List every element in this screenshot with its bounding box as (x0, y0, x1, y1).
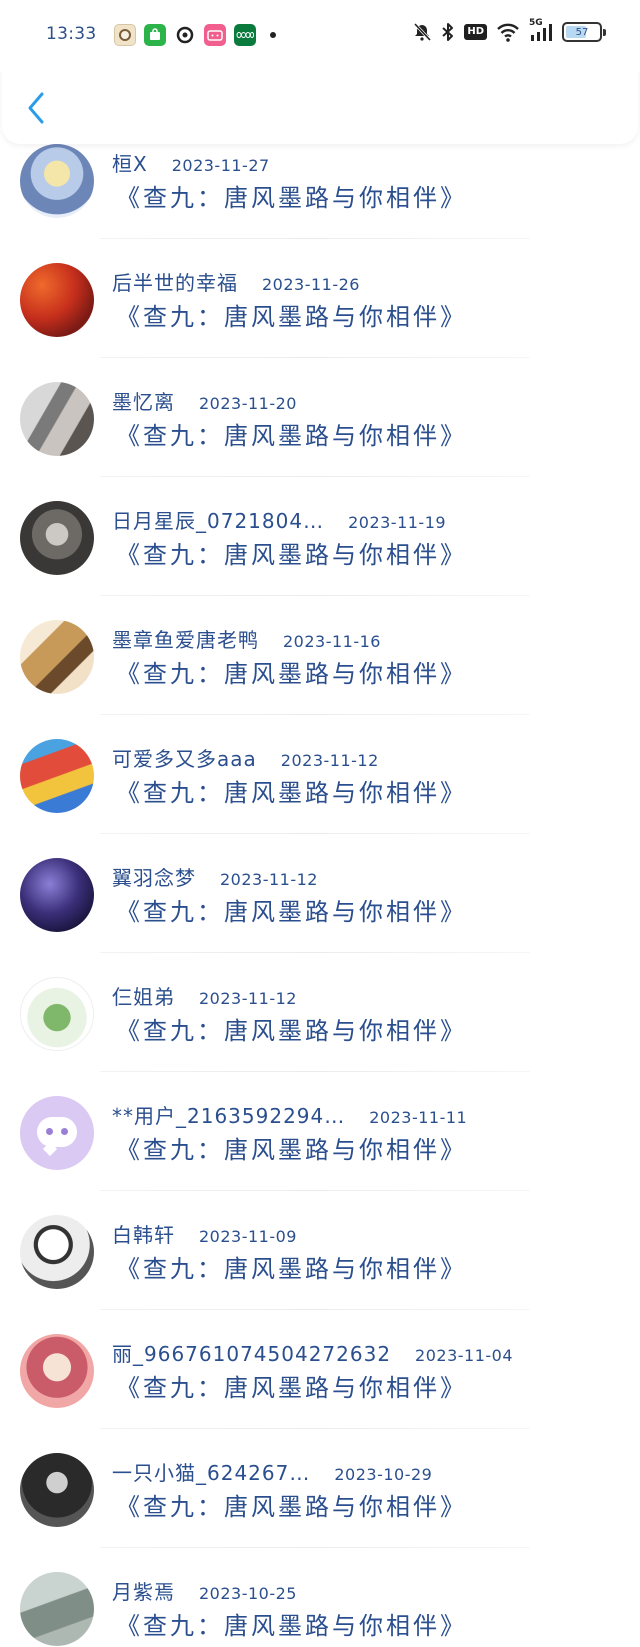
more-notifications-dot (270, 32, 276, 38)
avatar[interactable] (20, 263, 94, 337)
user-name[interactable]: **用户_2163592294… (112, 1100, 345, 1129)
status-indicators: HD 5G 57 (412, 18, 606, 42)
post-date: 2023-11-11 (369, 1108, 468, 1127)
list-item[interactable]: 丽_966761074504272632 2023-11-04 《查九：唐风墨路… (0, 1310, 640, 1429)
post-date: 2023-11-20 (199, 394, 297, 413)
work-title[interactable]: 《查九：唐风墨路与你相伴》 (116, 178, 467, 213)
work-title[interactable]: 《查九：唐风墨路与你相伴》 (116, 654, 467, 689)
list-item-meta: 丽_966761074504272632 2023-11-04 (112, 1338, 513, 1367)
work-title[interactable]: 《查九：唐风墨路与你相伴》 (116, 773, 467, 808)
list-item[interactable]: 日月星辰_0721804… 2023-11-19 《查九：唐风墨路与你相伴》 (0, 477, 640, 596)
list-item-meta: 一只小猫_624267… 2023-10-29 (112, 1457, 432, 1486)
list-item-meta: 桓X 2023-11-27 (112, 148, 270, 177)
user-name[interactable]: 仨姐弟 (112, 981, 175, 1010)
user-name[interactable]: 翼羽念梦 (112, 862, 196, 891)
battery-icon: 57 (562, 22, 606, 42)
post-date: 2023-11-12 (280, 751, 379, 770)
list-item-meta: 月紫焉 2023-10-25 (112, 1576, 297, 1605)
avatar[interactable] (20, 501, 94, 575)
work-title[interactable]: 《查九：唐风墨路与你相伴》 (116, 1011, 467, 1046)
list-item-meta: **用户_2163592294… 2023-11-11 (112, 1100, 467, 1129)
chat-bubble-icon (37, 1117, 77, 1147)
avatar[interactable] (20, 144, 94, 218)
post-date: 2023-11-27 (171, 156, 270, 175)
list-item[interactable]: 墨忆离 2023-11-20 《查九：唐风墨路与你相伴》 (0, 358, 640, 477)
battery-level: 57 (575, 26, 589, 38)
avatar[interactable] (20, 382, 94, 456)
comment-list: 桓X 2023-11-27 《查九：唐风墨路与你相伴》 后半世的幸福 2023-… (0, 120, 640, 1647)
post-date: 2023-11-12 (199, 989, 297, 1008)
bluetooth-icon (441, 22, 455, 42)
avatar[interactable] (20, 858, 94, 932)
list-item[interactable]: 白韩轩 2023-11-09 《查九：唐风墨路与你相伴》 (0, 1191, 640, 1310)
post-date: 2023-10-25 (199, 1584, 297, 1603)
list-item-meta: 墨章鱼爱唐老鸭 2023-11-16 (112, 624, 381, 653)
avatar[interactable] (20, 1572, 94, 1646)
user-name[interactable]: 墨忆离 (112, 386, 175, 415)
oppo-icon (234, 24, 256, 46)
list-item[interactable]: 可爱多又多aaa 2023-11-12 《查九：唐风墨路与你相伴》 (0, 715, 640, 834)
list-item-meta: 可爱多又多aaa 2023-11-12 (112, 743, 379, 772)
work-title[interactable]: 《查九：唐风墨路与你相伴》 (116, 892, 467, 927)
game-character-icon (114, 24, 136, 46)
work-title[interactable]: 《查九：唐风墨路与你相伴》 (116, 416, 467, 451)
post-date: 2023-11-12 (220, 870, 318, 889)
wifi-icon (496, 22, 520, 42)
work-title[interactable]: 《查九：唐风墨路与你相伴》 (116, 1130, 467, 1165)
list-item[interactable]: 仨姐弟 2023-11-12 《查九：唐风墨路与你相伴》 (0, 953, 640, 1072)
list-item[interactable]: 翼羽念梦 2023-11-12 《查九：唐风墨路与你相伴》 (0, 834, 640, 953)
avatar[interactable] (20, 1334, 94, 1408)
post-date: 2023-11-09 (199, 1227, 297, 1246)
network-type-label: 5G (529, 18, 543, 28)
list-item[interactable]: 后半世的幸福 2023-11-26 《查九：唐风墨路与你相伴》 (0, 239, 640, 358)
user-name[interactable]: 墨章鱼爱唐老鸭 (112, 624, 259, 653)
user-name[interactable]: 白韩轩 (112, 1219, 175, 1248)
user-name[interactable]: 丽_966761074504272632 (112, 1338, 391, 1367)
user-name[interactable]: 可爱多又多aaa (112, 743, 257, 772)
music-app-icon (174, 24, 196, 46)
bilibili-icon (204, 24, 226, 46)
app-store-icon (144, 24, 166, 46)
chevron-left-icon (28, 92, 44, 124)
post-date: 2023-10-29 (334, 1465, 433, 1484)
back-button[interactable] (22, 88, 50, 128)
avatar[interactable] (20, 1096, 94, 1170)
post-date: 2023-11-04 (415, 1346, 514, 1365)
work-title[interactable]: 《查九：唐风墨路与你相伴》 (116, 1368, 467, 1403)
list-item-meta: 仨姐弟 2023-11-12 (112, 981, 297, 1010)
user-name[interactable]: 月紫焉 (112, 1576, 175, 1605)
work-title[interactable]: 《查九：唐风墨路与你相伴》 (116, 1487, 467, 1522)
mute-icon (412, 22, 432, 42)
list-item[interactable]: 墨章鱼爱唐老鸭 2023-11-16 《查九：唐风墨路与你相伴》 (0, 596, 640, 715)
list-item[interactable]: **用户_2163592294… 2023-11-11 《查九：唐风墨路与你相伴… (0, 1072, 640, 1191)
list-item[interactable]: 一只小猫_624267… 2023-10-29 《查九：唐风墨路与你相伴》 (0, 1429, 640, 1548)
avatar[interactable] (20, 1453, 94, 1527)
user-name[interactable]: 一只小猫_624267… (112, 1457, 310, 1486)
avatar[interactable] (20, 977, 94, 1051)
list-item-meta: 后半世的幸福 2023-11-26 (112, 267, 360, 296)
cellular-signal-icon: 5G (529, 18, 553, 42)
avatar[interactable] (20, 739, 94, 813)
work-title[interactable]: 《查九：唐风墨路与你相伴》 (116, 1249, 467, 1284)
work-title[interactable]: 《查九：唐风墨路与你相伴》 (116, 1606, 467, 1641)
list-item-meta: 翼羽念梦 2023-11-12 (112, 862, 318, 891)
list-item-meta: 墨忆离 2023-11-20 (112, 386, 297, 415)
notification-app-icons (114, 24, 276, 46)
work-title[interactable]: 《查九：唐风墨路与你相伴》 (116, 535, 467, 570)
list-item[interactable]: 月紫焉 2023-10-25 《查九：唐风墨路与你相伴》 (0, 1548, 640, 1647)
user-name[interactable]: 桓X (112, 148, 148, 177)
work-title[interactable]: 《查九：唐风墨路与你相伴》 (116, 297, 467, 332)
status-bar: 13:33 HD 5G 57 (0, 0, 640, 72)
post-date: 2023-11-26 (262, 275, 360, 294)
hd-badge: HD (464, 24, 487, 40)
user-name[interactable]: 日月星辰_0721804… (112, 505, 324, 534)
user-name[interactable]: 后半世的幸福 (112, 267, 238, 296)
post-date: 2023-11-16 (283, 632, 381, 651)
status-time: 13:33 (46, 24, 97, 44)
avatar[interactable] (20, 620, 94, 694)
post-date: 2023-11-19 (348, 513, 447, 532)
list-item-meta: 日月星辰_0721804… 2023-11-19 (112, 505, 446, 534)
list-item-meta: 白韩轩 2023-11-09 (112, 1219, 297, 1248)
avatar[interactable] (20, 1215, 94, 1289)
